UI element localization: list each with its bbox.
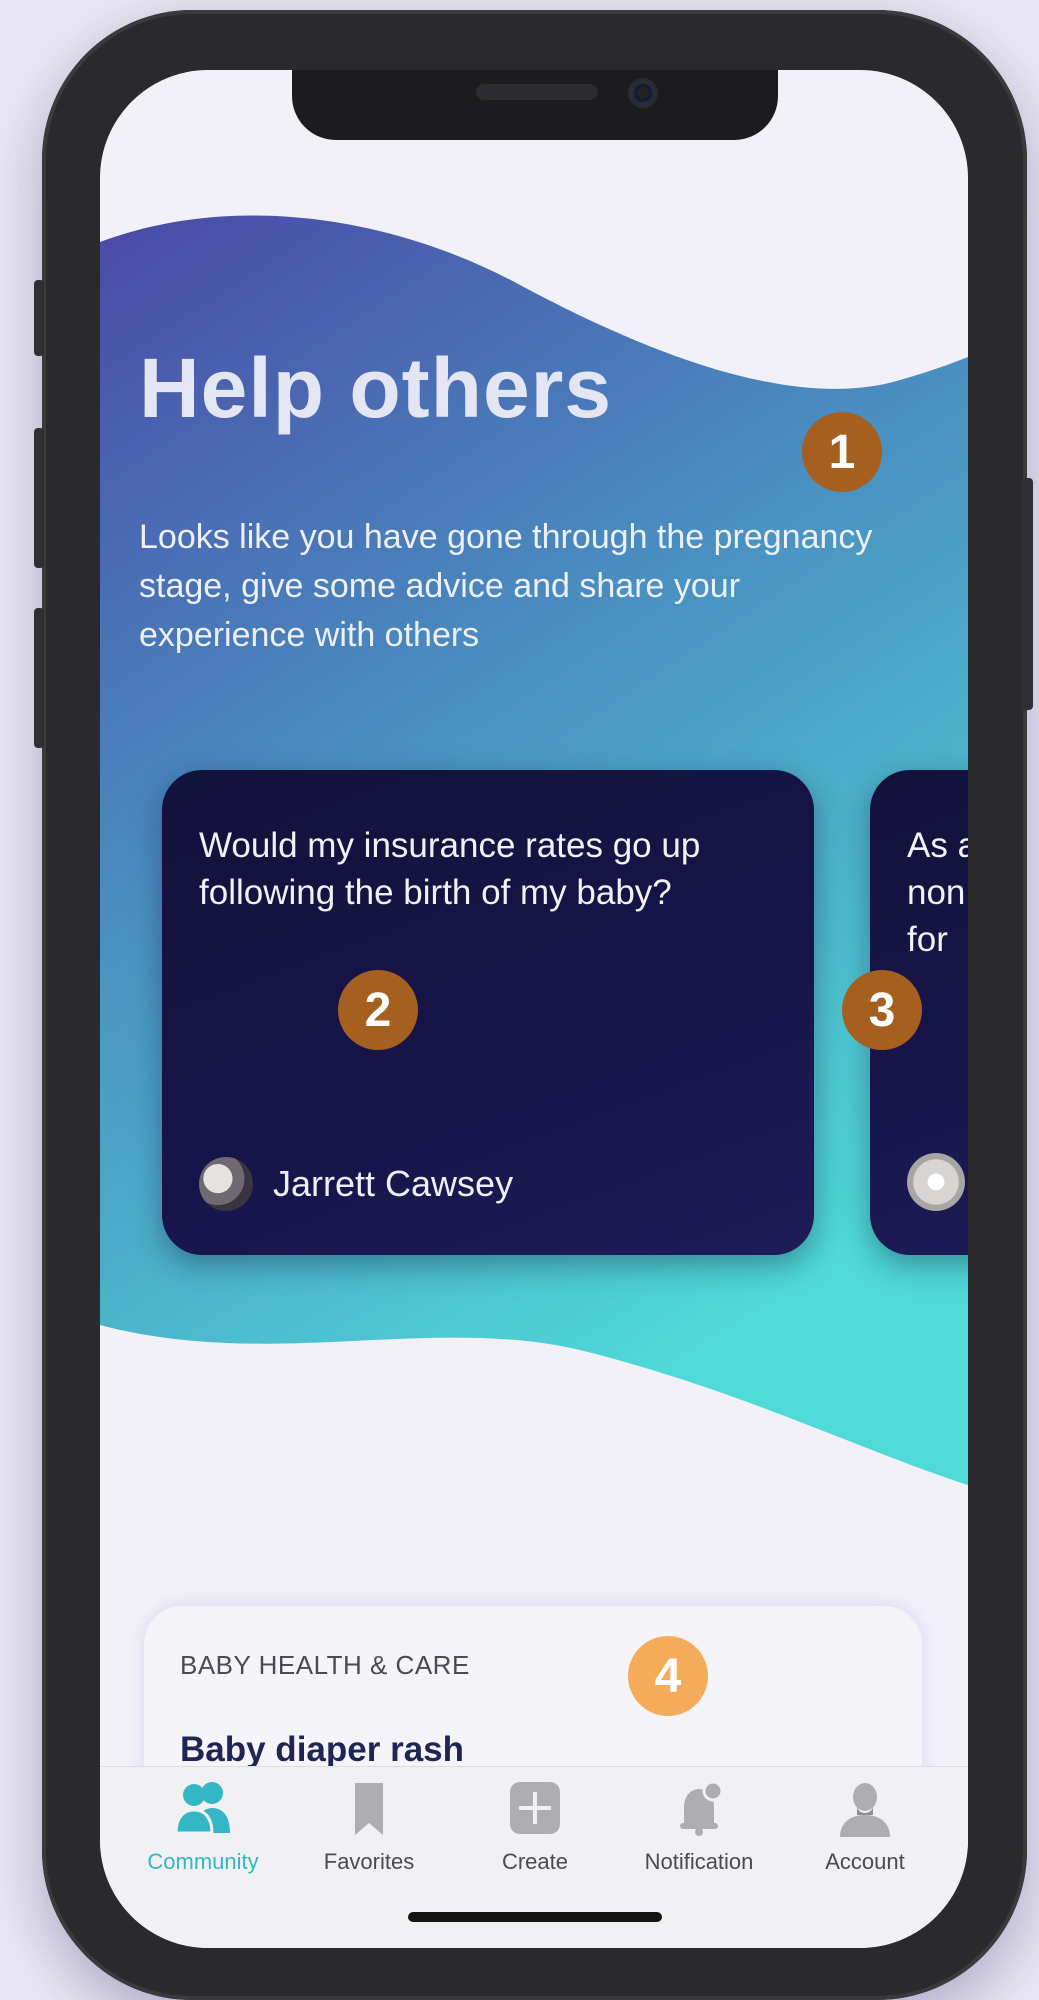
app-screen: Help others Looks like you have gone thr… xyxy=(100,70,968,1948)
annotation-badge-3: 3 xyxy=(842,970,922,1050)
tab-account[interactable]: Account xyxy=(780,1777,950,1887)
front-camera xyxy=(628,78,658,108)
tab-favorites-label: Favorites xyxy=(323,1849,415,1874)
tab-create-label: Create xyxy=(501,1849,569,1874)
tab-notification-label: Notification xyxy=(644,1849,754,1874)
power-button xyxy=(1021,478,1033,710)
bookmark-icon xyxy=(355,1783,383,1835)
tab-favorites[interactable]: Favorites xyxy=(284,1777,454,1887)
topic-title: Baby diaper rash xyxy=(180,1730,464,1769)
topic-category: BABY HEALTH & CARE xyxy=(180,1650,470,1680)
volume-down-button xyxy=(34,608,44,748)
page-title: Help others xyxy=(139,341,613,435)
tab-community-label: Community xyxy=(147,1849,259,1874)
question-text: Would my insurance rates go up following… xyxy=(199,826,701,912)
bell-icon xyxy=(680,1780,724,1836)
author-name: Jarrett Cawsey xyxy=(273,1163,514,1204)
community-icon xyxy=(174,1782,230,1835)
question-author: Jarrett Cawsey xyxy=(199,1157,513,1211)
tab-account-label: Account xyxy=(825,1849,905,1874)
question-text-partial: As a non for xyxy=(907,826,968,959)
intro-text: Looks like you have gone through the pre… xyxy=(139,518,873,654)
tab-community[interactable]: Community xyxy=(118,1777,288,1887)
notch xyxy=(292,70,778,140)
author-avatar-partial xyxy=(907,1153,965,1211)
volume-up-button xyxy=(34,428,44,568)
annotation-badge-1: 1 xyxy=(802,412,882,492)
silent-switch xyxy=(34,280,44,356)
tab-notification[interactable]: Notification xyxy=(614,1777,784,1887)
account-icon xyxy=(840,1783,890,1837)
annotation-badge-2: 2 xyxy=(338,970,418,1050)
question-card[interactable]: Would my insurance rates go up following… xyxy=(162,770,814,1255)
plus-square-icon xyxy=(510,1782,560,1834)
annotation-badge-4: 4 xyxy=(628,1636,708,1716)
tab-create[interactable]: Create xyxy=(450,1777,620,1887)
question-author-partial xyxy=(907,1153,968,1211)
speaker xyxy=(476,84,598,100)
author-avatar xyxy=(199,1157,253,1211)
home-indicator[interactable] xyxy=(408,1912,662,1922)
